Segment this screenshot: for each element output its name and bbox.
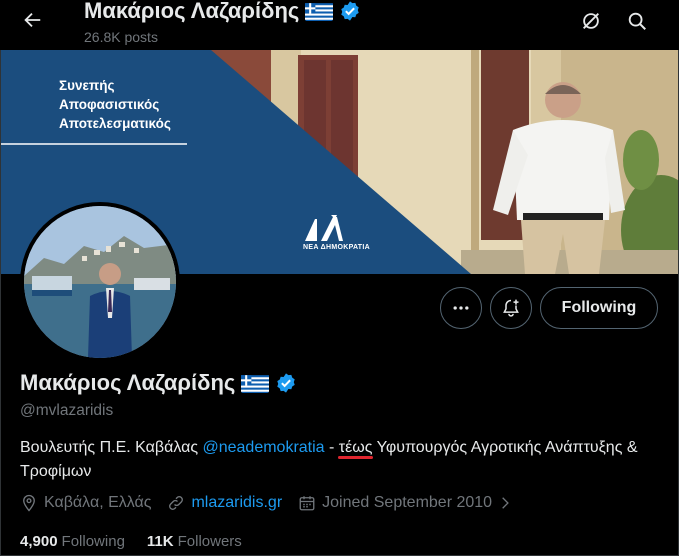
banner-slogan: Συνεπής Αποφασιστικός Αποτελεσματικός xyxy=(59,76,171,133)
more-options-button[interactable] xyxy=(440,287,482,329)
header-post-count: 26.8K posts xyxy=(84,29,158,45)
location-text: Καβάλα, Ελλάς xyxy=(44,494,152,511)
header-name: Μακάριος Λαζαρίδης xyxy=(84,0,361,24)
greek-flag-icon xyxy=(241,374,270,393)
profile-stats: 4,900 Following 11K Followers xyxy=(20,533,264,550)
followers-stat-label: Followers xyxy=(177,533,242,550)
banner-slogan-line-3: Αποτελεσματικός xyxy=(59,116,171,131)
bio-text-2: - xyxy=(324,439,339,456)
verified-badge-icon xyxy=(339,0,361,22)
profile-bio: Βουλευτής Π.Ε. Καβάλας @neademokratia - … xyxy=(20,436,670,484)
profile-meta: Καβάλα, Ελλάς mlazaridis.gr Joined Septe… xyxy=(20,494,528,512)
verified-badge-icon[interactable] xyxy=(275,372,297,394)
avatar-graphic xyxy=(24,206,176,358)
back-arrow-icon[interactable] xyxy=(18,6,46,34)
profile-location: Καβάλα, Ελλάς xyxy=(20,494,151,512)
profile-name: Μακάριος Λαζαρίδης xyxy=(20,370,297,396)
search-icon[interactable] xyxy=(624,8,650,34)
bell-plus-icon xyxy=(503,299,519,317)
joined-text: Joined September 2010 xyxy=(322,494,493,511)
bio-text-1: Βουλευτής Π.Ε. Καβάλας xyxy=(20,439,203,456)
website-link[interactable]: mlazaridis.gr xyxy=(191,494,282,512)
following-count: 4,900 xyxy=(20,533,58,550)
more-dots-icon xyxy=(453,306,469,310)
profile-header-bar: Μακάριος Λαζαρίδης 26.8K posts xyxy=(0,0,679,50)
party-label: ΝΕΑ ΔΗΜΟΚΡΑΤΙΑ xyxy=(303,244,370,251)
bio-underlined-word: τέως xyxy=(338,439,373,456)
grok-icon[interactable] xyxy=(578,8,604,34)
profile-joined: Joined September 2010 xyxy=(298,494,512,512)
profile-handle: @mvlazaridis xyxy=(20,402,114,419)
profile-name-text: Μακάριος Λαζαρίδης xyxy=(20,370,236,395)
following-stat-link[interactable]: 4,900 Following xyxy=(20,533,125,550)
link-icon xyxy=(169,496,184,510)
calendar-icon xyxy=(299,496,315,511)
banner-slogan-line-1: Συνεπής xyxy=(59,78,115,93)
following-button[interactable]: Following xyxy=(540,287,658,329)
greek-flag-icon xyxy=(305,2,334,21)
bio-mention-link[interactable]: @neademokratia xyxy=(202,439,324,456)
followers-count: 11K xyxy=(146,533,174,550)
banner-slogan-line-2: Αποφασιστικός xyxy=(59,97,160,112)
following-stat-label: Following xyxy=(61,533,125,550)
location-pin-icon xyxy=(23,494,35,512)
chevron-right-icon[interactable] xyxy=(498,496,512,510)
followers-stat-link[interactable]: 11K Followers xyxy=(147,533,242,550)
notifications-bell-button[interactable] xyxy=(490,287,532,329)
party-logo-mark xyxy=(305,215,343,241)
profile-website[interactable]: mlazaridis.gr xyxy=(167,494,282,512)
header-name-text: Μακάριος Λαζαρίδης xyxy=(84,0,300,23)
avatar-photo xyxy=(24,206,176,358)
profile-avatar[interactable] xyxy=(20,202,180,362)
